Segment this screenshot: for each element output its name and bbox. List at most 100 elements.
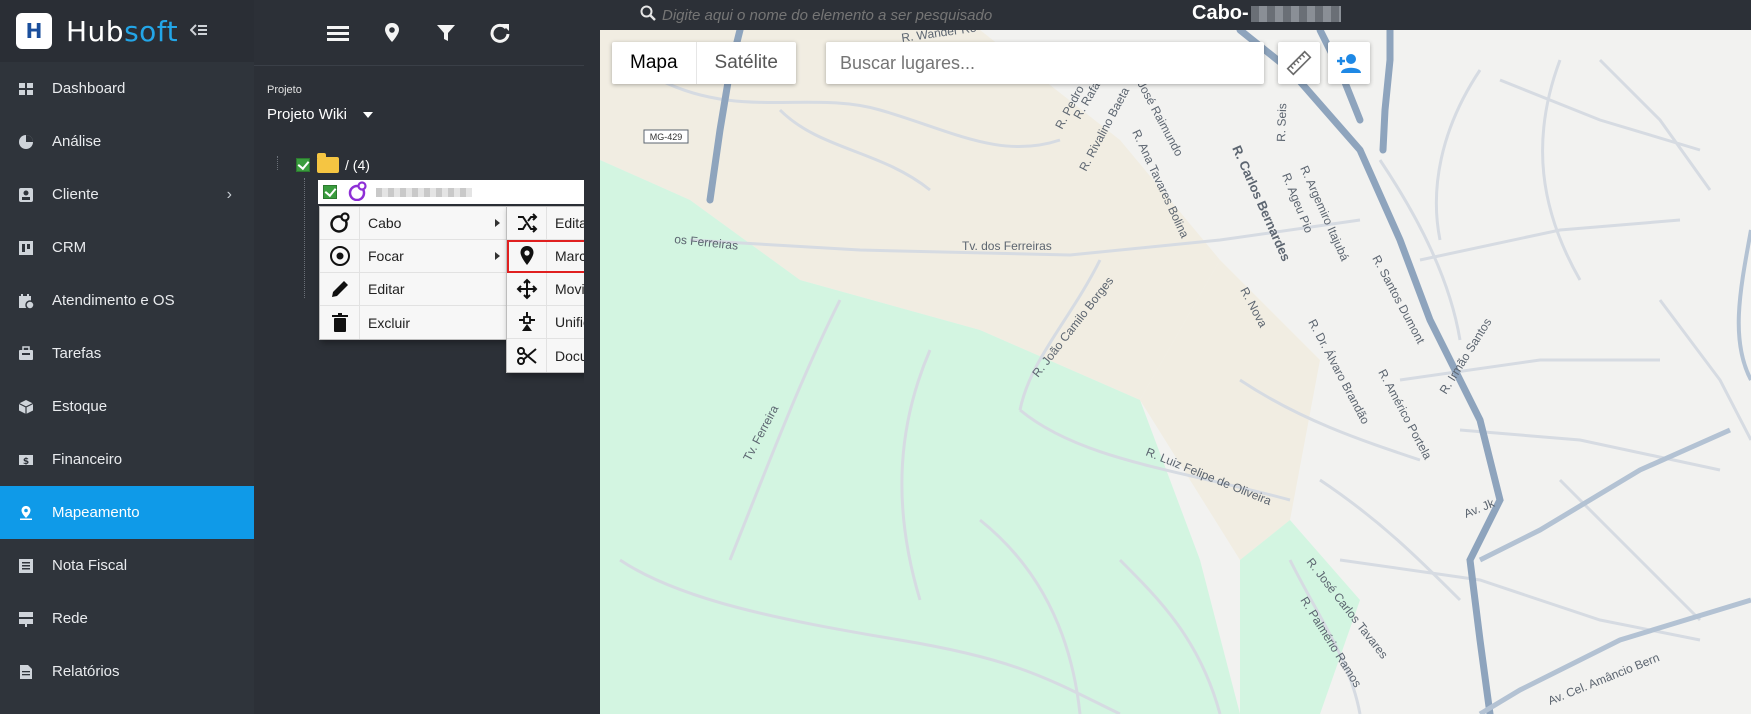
- sidebar-item-financeiro[interactable]: $ Financeiro: [0, 433, 254, 486]
- trash-icon: [320, 306, 360, 339]
- move-arrows-icon: [507, 272, 547, 306]
- sidebar-item-cliente[interactable]: Cliente ›: [0, 168, 254, 221]
- chevron-right-icon: ›: [226, 185, 232, 203]
- dashboard-icon: [18, 81, 34, 97]
- tree-connector: [304, 178, 305, 298]
- board-icon: [18, 240, 34, 256]
- redacted-cable-name: [376, 187, 472, 197]
- contact-card-icon: [18, 187, 34, 203]
- sidebar-item-atendimento[interactable]: Atendimento e OS: [0, 274, 254, 327]
- checkbox-checked-icon[interactable]: [296, 158, 310, 172]
- refresh-icon[interactable]: [486, 19, 514, 47]
- road-shield-label: MG-429: [650, 132, 683, 142]
- tree-root-node[interactable]: / (4): [296, 153, 370, 173]
- road-shield: MG-429: [643, 129, 689, 144]
- checkbox-checked-icon[interactable]: [323, 185, 337, 199]
- map-canvas[interactable]: MG-429 R. Wander Ro R. Pedro R. Rafa R. …: [600, 0, 1751, 714]
- sidebar-item-estoque[interactable]: Estoque: [0, 380, 254, 433]
- report-icon: [18, 664, 34, 680]
- brand-header: H Hubsoft: [0, 0, 254, 62]
- calendar-icon: [18, 293, 35, 310]
- sidebar-nav: Dashboard Análise Cliente › CRM Atendime…: [0, 62, 254, 698]
- cable-title-prefix: Cabo-: [1192, 2, 1249, 24]
- menu-item-label: Focar: [368, 248, 404, 264]
- add-user-icon[interactable]: [1328, 42, 1370, 84]
- sidebar-item-dashboard[interactable]: Dashboard: [0, 62, 254, 115]
- location-pin-icon[interactable]: [378, 19, 406, 47]
- street-label: Av. Cel. Amâncio Bern: [1546, 650, 1662, 708]
- ruler-measure-icon[interactable]: [1278, 42, 1320, 84]
- brand-name-accent: soft: [124, 14, 179, 48]
- street-label: R. Seis: [1274, 103, 1289, 142]
- svg-text:$: $: [23, 457, 29, 467]
- box-icon: [18, 399, 34, 415]
- sidebar-item-label: Dashboard: [52, 80, 126, 97]
- street-label: R. Carlos Bernardes: [1229, 143, 1294, 263]
- project-dropdown-value: Projeto Wiki: [267, 106, 348, 123]
- map-type-map-button[interactable]: Mapa: [612, 42, 697, 84]
- focus-target-icon: [320, 239, 360, 273]
- invoice-icon: [18, 558, 34, 574]
- sidebar-item-analise[interactable]: Análise: [0, 115, 254, 168]
- menu-item-label: Cabo: [368, 215, 402, 231]
- collapse-sidebar-icon[interactable]: [189, 21, 208, 42]
- sidebar-item-label: Financeiro: [52, 451, 123, 468]
- cable-title: Cabo-: [1192, 2, 1341, 25]
- sidebar-item-label: Estoque: [52, 398, 108, 415]
- hubsoft-logo-icon[interactable]: H: [16, 13, 52, 49]
- pie-chart-icon: [18, 134, 34, 150]
- merge-icon: [507, 305, 547, 339]
- brand-name: Hubsoft: [66, 15, 178, 48]
- sidebar-item-label: Análise: [52, 133, 102, 150]
- menu-icon[interactable]: [324, 19, 352, 47]
- briefcase-icon: [18, 345, 34, 362]
- menu-item-cabo[interactable]: Cabo: [320, 206, 506, 240]
- folder-icon: [317, 153, 339, 173]
- menu-item-label: Editar: [368, 281, 405, 297]
- sidebar-item-mapeamento[interactable]: Mapeamento: [0, 486, 254, 539]
- scissors-icon: [507, 339, 547, 372]
- street-label: Tv. dos Ferreiras: [962, 239, 1052, 253]
- cable-icon: [346, 180, 368, 204]
- caret-down-icon: [363, 111, 374, 118]
- menu-item-editar[interactable]: Editar: [320, 272, 506, 306]
- project-dropdown[interactable]: Projeto Wiki: [267, 106, 374, 123]
- sidebar-item-label: Relatórios: [52, 663, 120, 680]
- submenu-arrow-icon: [495, 252, 500, 260]
- tree-connector: [277, 156, 278, 170]
- sidebar-item-crm[interactable]: CRM: [0, 221, 254, 274]
- menu-item-excluir[interactable]: Excluir: [320, 306, 506, 339]
- sidebar-item-relatorios[interactable]: Relatórios: [0, 645, 254, 698]
- map-type-satellite-button[interactable]: Satélite: [697, 42, 796, 84]
- logo-letter: H: [25, 19, 43, 43]
- panel-divider[interactable]: [584, 0, 600, 714]
- menu-item-label: Excluir: [368, 314, 411, 331]
- places-search-input[interactable]: [826, 42, 1264, 84]
- shuffle-icon: [507, 206, 547, 240]
- sidebar-item-label: Nota Fiscal: [52, 557, 128, 574]
- brand-name-part: Hub: [66, 14, 125, 48]
- element-search-input[interactable]: [662, 6, 1082, 24]
- sidebar-item-nota-fiscal[interactable]: Nota Fiscal: [0, 539, 254, 592]
- sidebar-item-label: Tarefas: [52, 345, 102, 362]
- tree-cable-node[interactable]: [318, 180, 584, 204]
- redacted-cable-title: [1250, 5, 1341, 22]
- sidebar-item-tarefas[interactable]: Tarefas: [0, 327, 254, 380]
- map-type-toggle: Mapa Satélite: [612, 42, 796, 84]
- main-sidebar: H Hubsoft Dashboard Análise Cliente › CR…: [0, 0, 254, 714]
- filter-icon[interactable]: [432, 19, 460, 47]
- map-area[interactable]: MG-429 R. Wander Ro R. Pedro R. Rafa R. …: [600, 0, 1751, 714]
- search-icon[interactable]: [640, 5, 656, 26]
- tree-root-label: / (4): [345, 157, 370, 173]
- pencil-icon: [320, 272, 360, 306]
- sidebar-item-label: Cliente: [52, 186, 99, 203]
- money-icon: $: [18, 452, 34, 468]
- menu-item-focar[interactable]: Focar: [320, 239, 506, 273]
- project-label: Projeto: [267, 84, 302, 96]
- map-pin-icon: [18, 505, 34, 521]
- map-marker-icon: [507, 239, 547, 273]
- submenu-arrow-icon: [495, 219, 500, 227]
- cable-context-menu: Cabo Focar Editar Excluir: [319, 206, 507, 340]
- sidebar-item-label: Rede: [52, 610, 88, 627]
- sidebar-item-rede[interactable]: Rede: [0, 592, 254, 645]
